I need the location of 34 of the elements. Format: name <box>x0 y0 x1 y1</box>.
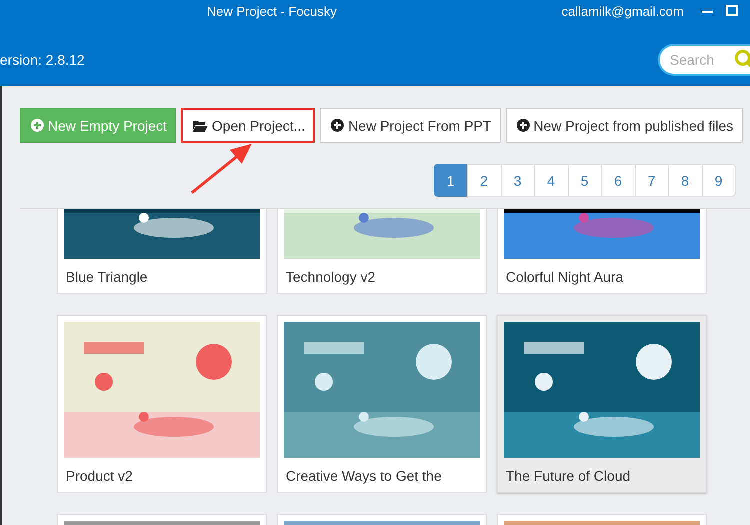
page-button[interactable]: 2 <box>467 164 502 197</box>
template-title: Product v2 <box>65 467 134 484</box>
page-button[interactable]: 8 <box>668 164 702 197</box>
folder-icon <box>193 120 208 132</box>
version-label: ersion: 2.8.12 <box>0 52 85 68</box>
template-title: The Future of Cloud <box>505 467 632 484</box>
page-button[interactable]: 6 <box>601 164 636 197</box>
template-card[interactable]: Colorful Night Aura <box>497 209 707 294</box>
action-button[interactable]: Open Project... <box>181 108 316 143</box>
action-button[interactable]: New Empty Project <box>20 108 176 143</box>
page-button[interactable]: 7 <box>634 164 669 197</box>
plus-circle-icon <box>516 119 530 132</box>
plus-circle-icon <box>331 119 344 132</box>
action-button[interactable]: New Project From PPT <box>320 108 501 143</box>
page-button[interactable]: 9 <box>702 164 736 197</box>
page-button[interactable]: 3 <box>500 164 535 197</box>
template-card[interactable]: Product v2 <box>57 315 267 493</box>
maximize-icon[interactable] <box>726 5 738 17</box>
page-button[interactable]: 1 <box>434 164 468 197</box>
page-button[interactable]: 5 <box>568 164 602 197</box>
search-field[interactable]: Search <box>658 44 750 76</box>
action-button[interactable]: New Project from published files <box>506 108 743 143</box>
template-title: Blue Triangle <box>65 268 149 285</box>
template-title: Technology v2 <box>285 268 377 285</box>
template-card[interactable]: Blue Triangle <box>57 209 267 294</box>
template-title: Creative Ways to Get the <box>285 467 443 484</box>
template-card[interactable]: The Future of Cloud <box>497 315 707 493</box>
template-title: Colorful Night Aura <box>505 268 625 285</box>
page-button[interactable]: 4 <box>534 164 568 197</box>
template-card[interactable]: Technology v2 <box>277 209 487 294</box>
window-title: New Project - Focusky <box>207 4 338 18</box>
template-card[interactable]: Creative Ways to Get the <box>277 315 487 493</box>
plus-circle-icon <box>31 119 44 132</box>
account-email: callamilk@gmail.com <box>562 4 684 18</box>
